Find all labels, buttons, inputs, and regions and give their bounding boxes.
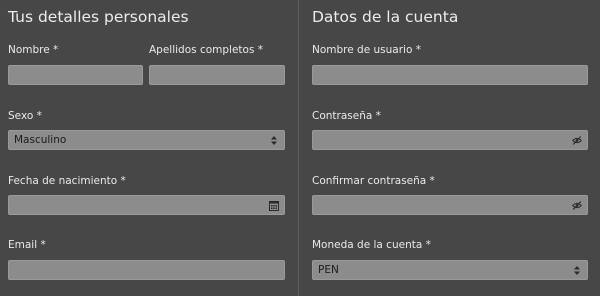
usuario-input[interactable] bbox=[312, 65, 588, 85]
usuario-label: Nombre de usuario * bbox=[312, 44, 421, 56]
password-input[interactable] bbox=[312, 130, 588, 150]
nombre-label: Nombre * bbox=[8, 44, 59, 56]
moneda-select[interactable]: PEN bbox=[312, 260, 588, 280]
account-details-title: Datos de la cuenta bbox=[312, 8, 459, 26]
sexo-value: Masculino bbox=[14, 134, 67, 146]
sexo-select[interactable]: Masculino bbox=[8, 130, 285, 150]
select-arrows-icon bbox=[269, 135, 279, 146]
email-input[interactable] bbox=[8, 260, 285, 280]
moneda-value: PEN bbox=[318, 264, 339, 276]
account-details-section: Datos de la cuenta Nombre de usuario * C… bbox=[299, 0, 600, 296]
password-label: Contraseña * bbox=[312, 110, 381, 122]
apellidos-input[interactable] bbox=[149, 65, 285, 85]
personal-details-title: Tus detalles personales bbox=[8, 8, 189, 26]
personal-details-section: Tus detalles personales Nombre * Apellid… bbox=[0, 0, 298, 296]
calendar-icon[interactable] bbox=[269, 200, 279, 211]
moneda-label: Moneda de la cuenta * bbox=[312, 239, 431, 251]
apellidos-label: Apellidos completos * bbox=[149, 44, 264, 56]
fecha-label: Fecha de nacimiento * bbox=[8, 175, 126, 187]
confirm-password-input[interactable] bbox=[312, 195, 588, 215]
eye-slash-icon[interactable] bbox=[572, 135, 582, 146]
confirm-password-label: Confirmar contraseña * bbox=[312, 175, 435, 187]
eye-slash-icon[interactable] bbox=[572, 200, 582, 211]
sexo-label: Sexo * bbox=[8, 110, 42, 122]
nombre-input[interactable] bbox=[8, 65, 143, 85]
fecha-input[interactable] bbox=[8, 195, 285, 215]
select-arrows-icon bbox=[572, 265, 582, 276]
email-label: Email * bbox=[8, 239, 46, 251]
